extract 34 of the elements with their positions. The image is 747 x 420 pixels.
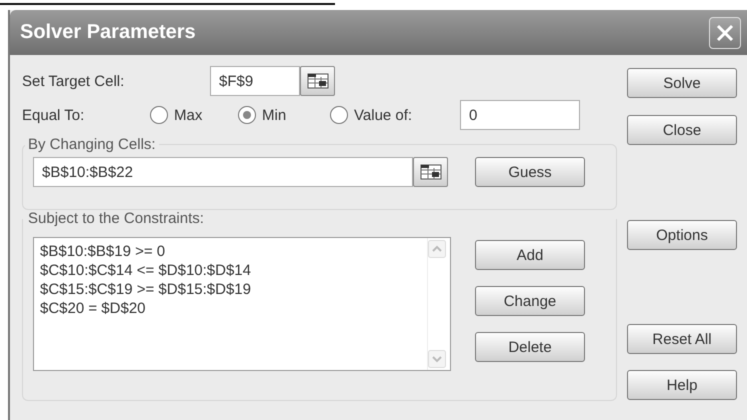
close-button[interactable]: Close	[627, 115, 737, 145]
changing-cells-field[interactable]: $B$10:$B$22	[33, 157, 413, 187]
constraints-list[interactable]: $B$10:$B$19 >= 0 $C$10:$C$14 <= $D$10:$D$14 $C$15:$C$19 >= $D$15:$D$19 $C$20 = $D$20	[33, 237, 451, 371]
range-select-button[interactable]	[413, 157, 448, 187]
close-button[interactable]	[709, 16, 741, 48]
radio-button[interactable]	[150, 106, 168, 124]
radio-button[interactable]	[238, 106, 256, 124]
range-select-button[interactable]	[300, 66, 335, 96]
radio-label: Value of:	[354, 106, 412, 124]
add-button[interactable]: Add	[475, 240, 585, 270]
constraint-item[interactable]: $C$15:$C$19 >= $D$15:$D$19	[40, 280, 421, 299]
guess-button[interactable]: Guess	[475, 157, 585, 187]
radio-button[interactable]	[330, 106, 348, 124]
group-label: Subject to the Constraints:	[27, 210, 205, 227]
group-label: By Changing Cells:	[27, 136, 157, 153]
value-field[interactable]: 0	[460, 100, 580, 130]
grid-icon	[306, 73, 328, 89]
help-button[interactable]: Help	[627, 370, 737, 400]
delete-button[interactable]: Delete	[475, 332, 585, 362]
close-icon	[715, 22, 735, 42]
constraint-item[interactable]: $C$10:$C$14 <= $D$10:$D$14	[40, 261, 421, 280]
change-button[interactable]: Change	[475, 286, 585, 316]
options-button[interactable]: Options	[627, 220, 737, 250]
radio-label: Max	[174, 106, 202, 124]
solve-button[interactable]: Solve	[627, 68, 737, 98]
target-cell-field[interactable]: $F$9	[210, 66, 300, 96]
constraint-item[interactable]: $C$20 = $D$20	[40, 299, 421, 318]
field-label: Equal To:	[22, 106, 86, 124]
constraint-item[interactable]: $B$10:$B$19 >= 0	[40, 242, 421, 261]
grid-icon	[420, 164, 442, 180]
reset-all-button[interactable]: Reset All	[627, 324, 737, 354]
radio-label: Min	[262, 106, 286, 124]
field-label: Set Target Cell:	[22, 72, 126, 90]
window-title: Solver Parameters	[20, 21, 196, 44]
